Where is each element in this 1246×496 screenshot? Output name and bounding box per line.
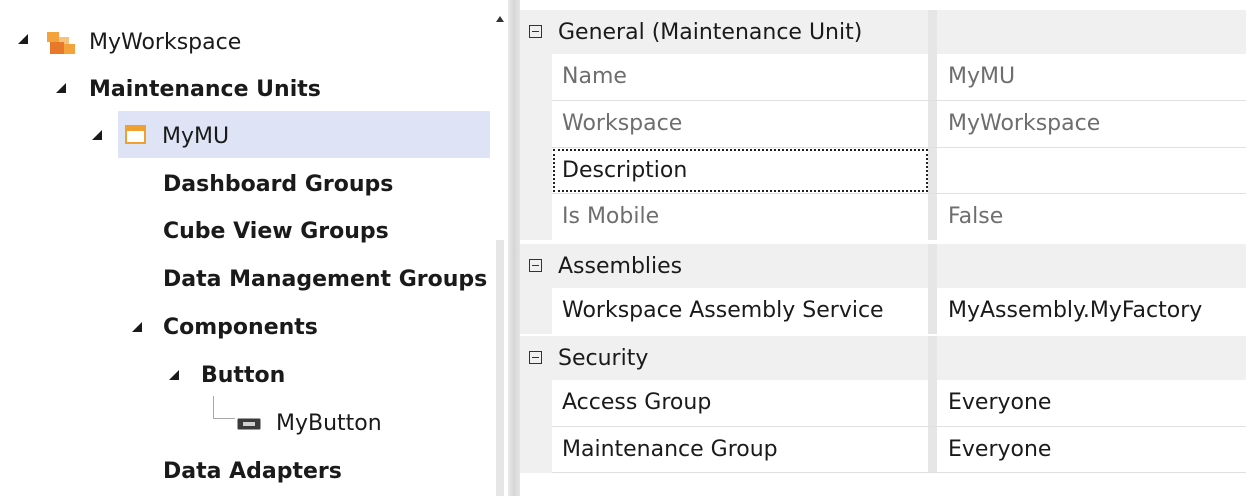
column-divider — [928, 244, 937, 288]
property-name: Workspace — [562, 111, 683, 136]
property-row-name[interactable]: Name MyMU — [520, 54, 1246, 101]
row-gutter — [520, 194, 552, 240]
property-name: Description — [562, 158, 688, 183]
category-label: Security — [558, 346, 649, 371]
scroll-up-arrow-icon[interactable] — [496, 16, 504, 22]
expand-triangle-icon[interactable] — [56, 83, 66, 93]
panel-splitter[interactable] — [508, 0, 520, 496]
property-row-access-group[interactable]: Access Group Everyone — [520, 380, 1246, 427]
property-value: MyWorkspace — [948, 111, 1101, 136]
collapse-icon[interactable] — [529, 259, 542, 272]
category-label: Assemblies — [558, 254, 683, 279]
tree-node-maintenance-units[interactable]: Maintenance Units — [89, 69, 321, 109]
tree-guide-line — [213, 418, 235, 419]
tree-node-unit[interactable]: MyMU — [162, 116, 229, 156]
column-divider — [928, 54, 937, 101]
column-divider — [928, 101, 937, 148]
column-divider — [928, 194, 937, 240]
tree-node-data-management-groups[interactable]: Data Management Groups — [163, 259, 487, 299]
tree-node-components[interactable]: Components — [163, 307, 318, 347]
property-name: Is Mobile — [562, 204, 660, 229]
category-general[interactable]: General (Maintenance Unit) — [520, 10, 1246, 54]
tree-guide-line — [213, 396, 214, 418]
expand-triangle-icon[interactable] — [18, 34, 28, 44]
property-name: Workspace Assembly Service — [562, 298, 884, 323]
tree-node-my-button[interactable]: MyButton — [276, 403, 382, 443]
row-gutter — [520, 148, 552, 194]
property-row-description[interactable]: Description — [520, 148, 1246, 194]
property-row-is-mobile[interactable]: Is Mobile False — [520, 194, 1246, 240]
property-name: Name — [562, 64, 627, 89]
tree-node-data-adapters[interactable]: Data Adapters — [163, 451, 342, 491]
row-separator — [552, 472, 1246, 473]
tree-scrollbar-thumb[interactable] — [496, 240, 504, 496]
column-divider — [928, 427, 937, 473]
tree-node-workspace[interactable]: MyWorkspace — [89, 22, 241, 62]
column-divider — [928, 380, 937, 427]
property-value: False — [948, 204, 1004, 229]
column-divider — [928, 10, 937, 54]
workspace-icon — [46, 28, 78, 56]
property-value: MyMU — [948, 64, 1016, 89]
column-divider — [928, 336, 937, 380]
workspace-tree: MyWorkspace Maintenance Units MyMU Dashb… — [0, 0, 508, 496]
button-component-icon — [237, 415, 261, 430]
property-value[interactable]: MyAssembly.MyFactory — [948, 288, 1202, 334]
tree-node-cube-view-groups[interactable]: Cube View Groups — [163, 211, 389, 251]
column-divider — [928, 288, 937, 334]
property-name: Maintenance Group — [562, 437, 778, 462]
row-gutter — [520, 54, 552, 101]
expand-triangle-icon[interactable] — [92, 130, 102, 140]
tree-node-dashboard-groups[interactable]: Dashboard Groups — [163, 164, 393, 204]
collapse-icon[interactable] — [529, 25, 542, 38]
expand-triangle-icon[interactable] — [132, 322, 142, 332]
property-row-maintenance-group[interactable]: Maintenance Group Everyone — [520, 427, 1246, 473]
property-name: Access Group — [562, 390, 712, 415]
property-grid: General (Maintenance Unit) Name MyMU Wor… — [520, 8, 1246, 496]
row-gutter — [520, 427, 552, 473]
column-divider — [928, 148, 937, 194]
property-value[interactable]: Everyone — [948, 380, 1051, 426]
property-row-workspace-assembly-service[interactable]: Workspace Assembly Service MyAssembly.My… — [520, 288, 1246, 334]
row-gutter — [520, 288, 552, 334]
tree-node-button[interactable]: Button — [201, 355, 285, 395]
expand-triangle-icon[interactable] — [169, 370, 179, 380]
category-assemblies[interactable]: Assemblies — [520, 244, 1246, 288]
collapse-icon[interactable] — [529, 351, 542, 364]
row-gutter — [520, 380, 552, 427]
maintenance-unit-icon — [124, 124, 148, 146]
category-security[interactable]: Security — [520, 336, 1246, 380]
property-row-workspace[interactable]: Workspace MyWorkspace — [520, 101, 1246, 148]
property-value[interactable]: Everyone — [948, 427, 1051, 473]
row-gutter — [520, 101, 552, 148]
category-label: General (Maintenance Unit) — [558, 20, 863, 45]
